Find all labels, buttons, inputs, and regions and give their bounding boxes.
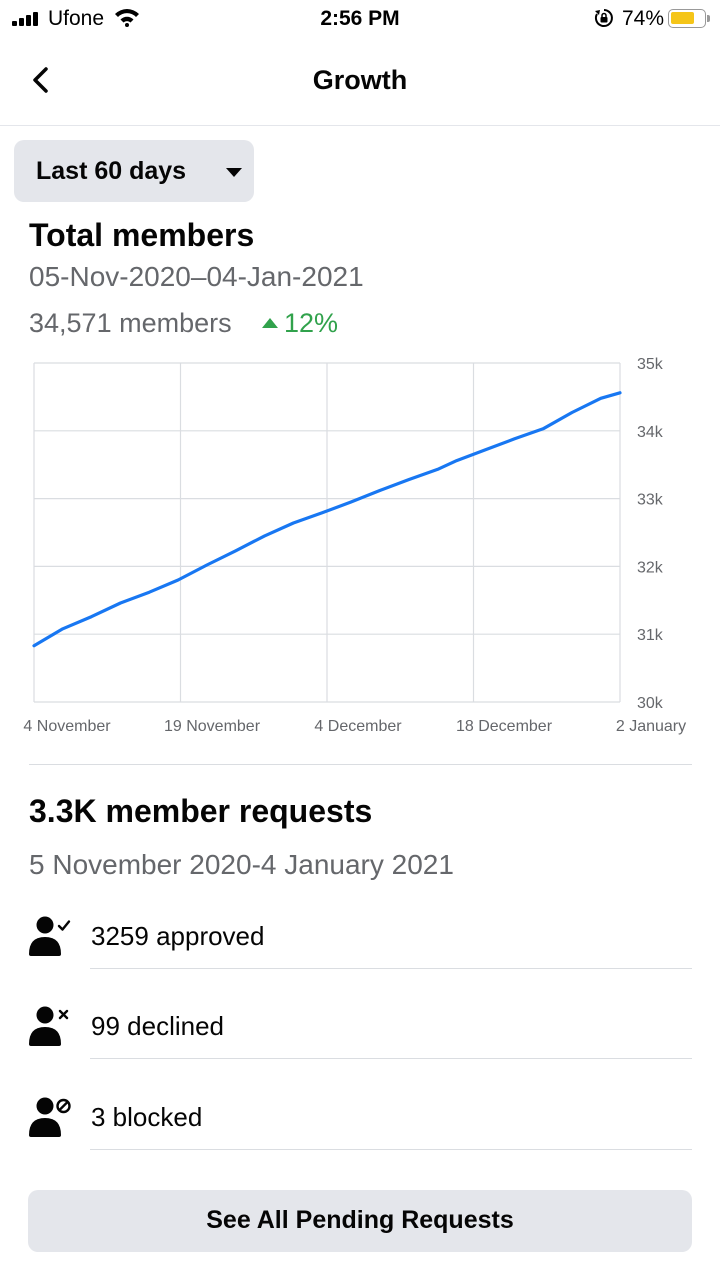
request-row-blocked: 3 blocked xyxy=(0,1091,720,1181)
person-blocked-icon xyxy=(29,1097,71,1137)
growth-percent: 12% xyxy=(284,308,339,338)
y-tick-label: 31k xyxy=(637,627,664,644)
total-members-date-range: 05-Nov-2020–04-Jan-2021 xyxy=(29,261,364,292)
row-divider xyxy=(90,968,692,969)
person-x-icon xyxy=(29,1006,69,1046)
members-count: 34,571 members xyxy=(29,308,232,338)
row-divider xyxy=(90,1058,692,1059)
date-range-label: Last 60 days xyxy=(36,157,187,185)
y-tick-label: 30k xyxy=(637,695,664,712)
battery-icon xyxy=(668,9,710,28)
header: Growth xyxy=(0,38,720,126)
page-title: Growth xyxy=(312,65,408,95)
divider xyxy=(29,764,692,765)
x-tick-label: 2 January xyxy=(616,718,686,735)
person-check-icon xyxy=(29,916,71,956)
x-tick-label: 19 November xyxy=(164,718,261,735)
request-row-approved: 3259 approved xyxy=(0,910,720,1000)
y-tick-label: 34k xyxy=(637,424,664,441)
y-tick-label: 32k xyxy=(637,559,664,576)
request-label: 99 declined xyxy=(91,1011,224,1041)
growth-badge: 12% xyxy=(262,308,338,339)
request-row-declined: 99 declined xyxy=(0,1000,720,1090)
y-tick-label: 35k xyxy=(637,356,664,373)
member-requests-date-range: 5 November 2020-4 January 2021 xyxy=(29,849,454,880)
total-members-title: Total members xyxy=(29,217,255,253)
members-line-chart: 35k 34k 33k 32k 31k 30k 4 November 19 November 4… xyxy=(23,356,686,735)
member-requests-title: 3.3K member requests xyxy=(29,793,373,829)
arrow-up-icon xyxy=(262,318,278,328)
request-label: 3 blocked xyxy=(91,1102,203,1132)
x-tick-label: 4 December xyxy=(314,718,402,735)
caret-down-icon xyxy=(226,168,242,177)
y-tick-label: 33k xyxy=(637,492,664,509)
status-bar: Ufone 2:56 PM 74% xyxy=(0,0,720,38)
pending-button-label: See All Pending Requests xyxy=(206,1206,514,1234)
row-divider xyxy=(90,1149,692,1150)
request-label: 3259 approved xyxy=(91,921,265,951)
date-range-dropdown[interactable]: Last 60 days xyxy=(14,140,254,202)
battery-fill xyxy=(671,12,694,24)
battery-percent: 74% xyxy=(622,7,665,30)
x-tick-label: 18 December xyxy=(456,718,553,735)
x-tick-label: 4 November xyxy=(23,718,111,735)
rotation-lock-icon xyxy=(594,9,613,27)
see-all-pending-requests-button[interactable]: See All Pending Requests xyxy=(28,1190,692,1252)
